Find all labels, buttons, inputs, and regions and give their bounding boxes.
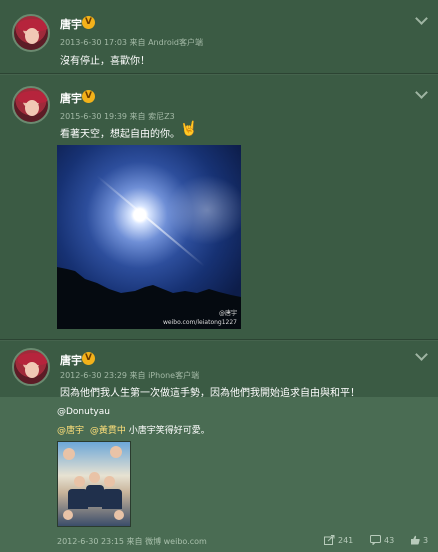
username[interactable]: 唐宇 (60, 16, 82, 32)
photo-cloud (167, 175, 241, 245)
avatar[interactable] (12, 14, 50, 52)
repost-text: @唐宇 @黃貫中 小唐宇笑得好可愛。 (57, 423, 210, 436)
thumb-shirt (102, 489, 122, 509)
mention-link[interactable]: @黃貫中 (90, 426, 126, 436)
sky-photo[interactable]: @唐宇 weibo.com/leiatong1227 (57, 145, 241, 329)
repost-action-button[interactable]: 241 (324, 535, 353, 545)
avatar[interactable] (12, 348, 50, 386)
thumb-shirt (68, 489, 88, 509)
post-meta: 2012-6-30 23:29 来自 iPhone客户端 (60, 371, 200, 380)
username[interactable]: 唐宇 (60, 352, 82, 368)
comment-action-button[interactable]: 43 (370, 535, 394, 545)
chevron-down-icon[interactable] (415, 348, 428, 361)
comment-count: 43 (384, 535, 395, 545)
thumb-face (110, 446, 122, 458)
repost-meta: 2012-6-30 23:15 来自 微博 weibo.com (57, 537, 207, 546)
repost-count: 241 (338, 535, 354, 545)
chevron-down-icon[interactable] (415, 86, 428, 99)
thumb-face (89, 472, 100, 483)
comment-icon (370, 535, 381, 545)
like-count: 3 (423, 535, 429, 545)
repost-author[interactable]: @Donutyau (57, 407, 110, 417)
post-1: 唐宇 V 2013-6-30 17:03 来自 Android客户端 沒有停止，… (0, 0, 438, 74)
thumbs-up-icon (411, 535, 420, 545)
post-meta: 2013-6-30 17:03 来自 Android客户端 (60, 38, 204, 47)
repost-icon (324, 535, 335, 545)
rock-hand-emoji-icon: 🤘 (180, 121, 198, 137)
repost-box[interactable]: @Donutyau @唐宇 @黃貫中 小唐宇笑得好可愛。 2012-6-30 2… (0, 397, 438, 552)
avatar-face (25, 100, 39, 116)
thumb-face (74, 476, 85, 487)
avatar-face (25, 28, 39, 44)
photo-watermark-name: @唐宇 (218, 310, 237, 317)
mention-link[interactable]: @唐宇 (57, 426, 84, 436)
thumb-face (114, 510, 124, 520)
thumb-face (63, 510, 73, 520)
avatar-face (25, 362, 39, 378)
group-photo-thumbnail[interactable] (57, 441, 131, 527)
thumb-face (63, 448, 75, 460)
verified-badge-icon: V (82, 90, 95, 103)
post-text: 沒有停止，喜歡你！ (60, 56, 150, 67)
weibo-feed: 唐宇 V 2013-6-30 17:03 来自 Android客户端 沒有停止，… (0, 0, 438, 552)
photo-hills-silhouette (57, 267, 241, 329)
chevron-down-icon[interactable] (415, 12, 428, 25)
like-action-button[interactable]: 3 (410, 535, 428, 545)
thumb-face (104, 476, 115, 487)
repost-body: 小唐宇笑得好可愛。 (125, 426, 210, 436)
verified-badge-icon: V (82, 16, 95, 29)
post-meta: 2015-6-30 19:39 来自 索尼Z3 (60, 112, 175, 121)
verified-badge-icon: V (82, 352, 95, 365)
avatar[interactable] (12, 86, 50, 124)
photo-watermark-url: weibo.com/leiatong1227 (163, 319, 237, 326)
post-text: 看著天空，想起自由的你。 (60, 129, 180, 140)
post-2: 唐宇 V 2015-6-30 19:39 来自 索尼Z3 看著天空，想起自由的你… (0, 74, 438, 340)
username[interactable]: 唐宇 (60, 90, 82, 106)
